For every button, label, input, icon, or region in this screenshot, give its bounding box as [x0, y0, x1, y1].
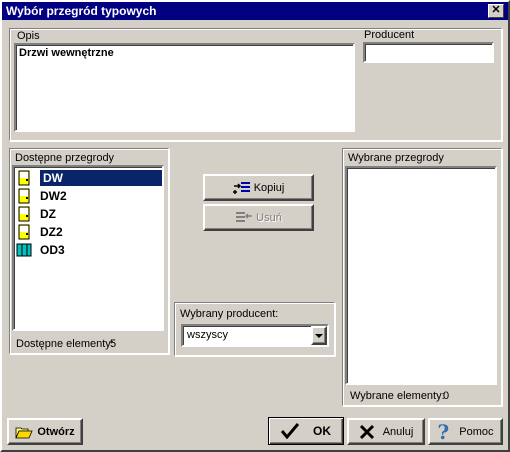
door-icon	[16, 224, 32, 240]
remove-label: Usuń	[256, 211, 282, 224]
checkmark-icon	[280, 423, 300, 440]
producer-filter-label: Wybrany producent:	[180, 308, 279, 320]
ok-label: OK	[313, 424, 331, 438]
open-button[interactable]: Otwórz	[7, 418, 83, 445]
cancel-x-icon	[359, 424, 375, 440]
selected-count-label: Wybrane elementy:	[350, 390, 445, 402]
door-icon	[16, 170, 32, 186]
producent-label: Producent	[364, 29, 415, 41]
chevron-down-icon	[315, 333, 323, 338]
remove-button[interactable]: Usuń	[203, 204, 314, 231]
list-item[interactable]: DZ	[16, 205, 162, 223]
open-label: Otwórz	[37, 425, 75, 438]
window-title: Wybór przegród typowych	[6, 4, 157, 18]
producer-dropdown-button[interactable]	[311, 326, 327, 345]
list-item[interactable]: DZ2	[16, 223, 162, 241]
door-icon	[16, 206, 32, 222]
cancel-label: Anuluj	[382, 425, 414, 438]
selected-label: Wybrane przegrody	[348, 152, 444, 164]
selected-count: 0	[443, 390, 450, 402]
available-list[interactable]: DW DW2 DZ DZ2 OD3	[12, 165, 164, 331]
window-icon	[16, 242, 32, 258]
selected-list[interactable]	[345, 166, 497, 385]
list-item[interactable]: OD3	[16, 241, 162, 259]
list-item-label: DW2	[40, 189, 67, 203]
title-bar[interactable]: Wybór przegród typowych ✕	[2, 2, 508, 20]
close-button[interactable]: ✕	[488, 4, 504, 18]
list-item-label: DW	[40, 170, 162, 186]
list-item[interactable]: DW2	[16, 187, 162, 205]
door-icon	[16, 188, 32, 204]
close-icon: ✕	[491, 4, 501, 16]
opis-value: Drzwi wewnętrzne	[19, 47, 114, 59]
producer-select[interactable]: wszyscy	[181, 324, 329, 347]
help-label: Pomoc	[459, 425, 494, 438]
list-item-label: OD3	[40, 243, 65, 257]
producent-field[interactable]	[363, 42, 494, 63]
remove-icon	[235, 211, 253, 225]
copy-label: Kopiuj	[253, 181, 285, 194]
folder-icon	[15, 425, 33, 439]
copy-icon	[232, 181, 251, 195]
copy-button[interactable]: Kopiuj	[203, 174, 314, 201]
ok-button[interactable]: OK	[268, 417, 344, 445]
opis-label: Opis	[17, 30, 40, 42]
list-item-label: DZ	[40, 207, 56, 221]
available-count: 5	[110, 338, 117, 350]
list-item-label: DZ2	[40, 225, 63, 239]
help-button[interactable]: ? Pomoc	[428, 418, 503, 445]
list-item[interactable]: DW	[16, 169, 162, 187]
opis-field[interactable]: Drzwi wewnętrzne	[14, 43, 355, 132]
cancel-button[interactable]: Anuluj	[347, 418, 425, 445]
producer-select-value: wszyscy	[187, 329, 228, 341]
help-icon: ?	[437, 419, 450, 444]
available-count-label: Dostępne elementy:	[16, 338, 114, 350]
available-label: Dostępne przegrody	[15, 152, 115, 164]
